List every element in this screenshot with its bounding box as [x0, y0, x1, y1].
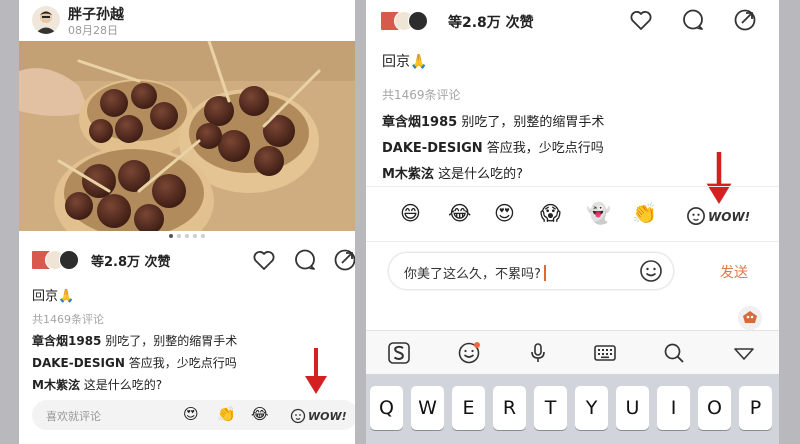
post-caption: 回京🙏: [32, 289, 75, 304]
liker-avatar: [59, 250, 79, 270]
post-date: 08月28日: [68, 24, 118, 37]
comment-item[interactable]: M木紫泫 这是什么吃的?: [382, 163, 523, 182]
comment-user[interactable]: 章含烟1985: [382, 115, 457, 130]
right-screenshot: 等2.8万 次赞 回京🙏 共1469条评论 章含烟1985 别吃了，别整的缩胃手…: [366, 0, 779, 444]
carousel-dot[interactable]: [177, 234, 181, 238]
author-avatar[interactable]: [32, 6, 60, 34]
comment-text: 别吃了，别整的缩胃手术: [461, 115, 605, 130]
heart-eyes-emoji-icon[interactable]: 😍: [183, 407, 199, 422]
carousel-dot[interactable]: [201, 234, 205, 238]
comment-count[interactable]: 共1469条评论: [382, 86, 461, 103]
comment-user[interactable]: M木紫泫: [382, 167, 434, 182]
wow-face-icon: [290, 408, 306, 424]
comment-text: 答应我，少吃点行吗: [128, 356, 237, 370]
emoji-reaction-bar: 😄 😂 😍 😱 👻 👏 WOW!: [366, 186, 779, 242]
left-screenshot: 胖子孙越 08月28日 等2.8万 次赞 回京🙏 共1469条评论 章含烟198…: [19, 0, 355, 444]
text-caret: [543, 265, 546, 281]
search-icon[interactable]: [662, 341, 686, 365]
comment-item[interactable]: 章含烟1985 别吃了，别整的缩胃手术: [382, 111, 604, 130]
clap-emoji-icon[interactable]: 👏: [217, 407, 236, 422]
comment-input-placeholder[interactable]: 喜欢就评论: [46, 408, 101, 424]
red-arrow-annotation: [303, 348, 329, 394]
carousel-dot[interactable]: [169, 234, 173, 238]
comment-text: 答应我，少吃点行吗: [486, 141, 604, 156]
comment-user[interactable]: 章含烟1985: [32, 334, 101, 348]
comment-input-bar[interactable]: 喜欢就评论 😍 👏 😂 WOW!: [32, 400, 355, 430]
comment-item[interactable]: 章含烟1985 别吃了，别整的缩胃手术: [32, 332, 237, 349]
key-p[interactable]: P: [739, 386, 772, 430]
scream-emoji-icon[interactable]: 😱: [540, 203, 561, 223]
key-u[interactable]: U: [616, 386, 649, 430]
like-count[interactable]: 等2.8万 次赞: [448, 12, 534, 32]
key-i[interactable]: I: [657, 386, 690, 430]
share-icon[interactable]: [332, 247, 355, 273]
liker-avatar: [408, 11, 428, 31]
heart-eyes-emoji-icon[interactable]: 😍: [494, 203, 515, 223]
post-photo[interactable]: [19, 41, 355, 231]
microphone-icon[interactable]: [526, 341, 550, 365]
virtual-keyboard: Q W E R T Y U I O P: [366, 374, 779, 444]
comment-item[interactable]: DAKE-DESIGN 答应我，少吃点行吗: [32, 354, 237, 371]
smiley-icon[interactable]: [639, 259, 663, 283]
ghost-emoji-icon[interactable]: 👻: [586, 203, 611, 223]
comment-compose-field[interactable]: 你美了这么久，不累吗?: [388, 252, 674, 290]
compose-value: 你美了这么久，不累吗?: [404, 267, 541, 282]
joy-emoji-icon[interactable]: 😂: [448, 203, 471, 223]
carousel-dots[interactable]: [19, 234, 355, 238]
post-caption: 回京🙏: [382, 54, 428, 70]
carousel-dot[interactable]: [193, 234, 197, 238]
like-count[interactable]: 等2.8万 次赞: [91, 251, 171, 270]
likes-row: 等2.8万 次赞: [31, 245, 355, 275]
wow-button[interactable]: WOW!: [290, 408, 347, 424]
share-icon[interactable]: [732, 7, 760, 35]
joy-emoji-icon[interactable]: 😂: [251, 407, 269, 422]
likes-row: 等2.8万 次赞: [380, 6, 772, 36]
comment-text: 这是什么吃的?: [83, 378, 163, 392]
wow-button[interactable]: WOW!: [686, 206, 750, 226]
comment-text: 别吃了，别整的缩胃手术: [105, 334, 238, 348]
keyboard-toolbar: [366, 330, 779, 374]
comment-icon[interactable]: [680, 7, 708, 35]
comment-text: 这是什么吃的?: [438, 167, 523, 182]
author-name[interactable]: 胖子孙越: [68, 4, 124, 24]
user-avatar[interactable]: [738, 306, 762, 330]
comment-user[interactable]: M木紫泫: [32, 378, 80, 392]
wow-face-icon: [686, 206, 706, 226]
carousel-dot[interactable]: [185, 234, 189, 238]
liker-avatars[interactable]: [31, 250, 85, 270]
wow-label: WOW!: [708, 210, 751, 224]
key-o[interactable]: O: [698, 386, 731, 430]
key-w[interactable]: W: [411, 386, 444, 430]
key-q[interactable]: Q: [370, 386, 403, 430]
post-header: 胖子孙越 08月28日: [19, 0, 355, 40]
comment-user[interactable]: DAKE-DESIGN: [382, 141, 483, 156]
grin-emoji-icon[interactable]: 😄: [400, 203, 421, 223]
key-e[interactable]: E: [452, 386, 485, 430]
heart-icon[interactable]: [628, 7, 656, 35]
comment-user[interactable]: DAKE-DESIGN: [32, 356, 125, 370]
key-y[interactable]: Y: [575, 386, 608, 430]
key-t[interactable]: T: [534, 386, 567, 430]
comment-count[interactable]: 共1469条评论: [32, 311, 104, 327]
collapse-keyboard-icon[interactable]: [732, 341, 756, 365]
clap-emoji-icon[interactable]: 👏: [632, 203, 657, 223]
send-button[interactable]: 发送: [720, 262, 748, 282]
comment-icon[interactable]: [292, 247, 318, 273]
key-r[interactable]: R: [493, 386, 526, 430]
liker-avatars[interactable]: [380, 11, 434, 31]
heart-icon[interactable]: [251, 247, 277, 273]
comment-item[interactable]: M木紫泫 这是什么吃的?: [32, 376, 162, 393]
sogou-s-icon[interactable]: [387, 341, 411, 365]
comment-item[interactable]: DAKE-DESIGN 答应我，少吃点行吗: [382, 137, 604, 156]
compose-input[interactable]: 你美了这么久，不累吗?: [404, 263, 546, 282]
keyboard-icon[interactable]: [593, 341, 617, 365]
emoji-icon[interactable]: [457, 341, 481, 365]
wow-label: WOW!: [308, 410, 347, 423]
